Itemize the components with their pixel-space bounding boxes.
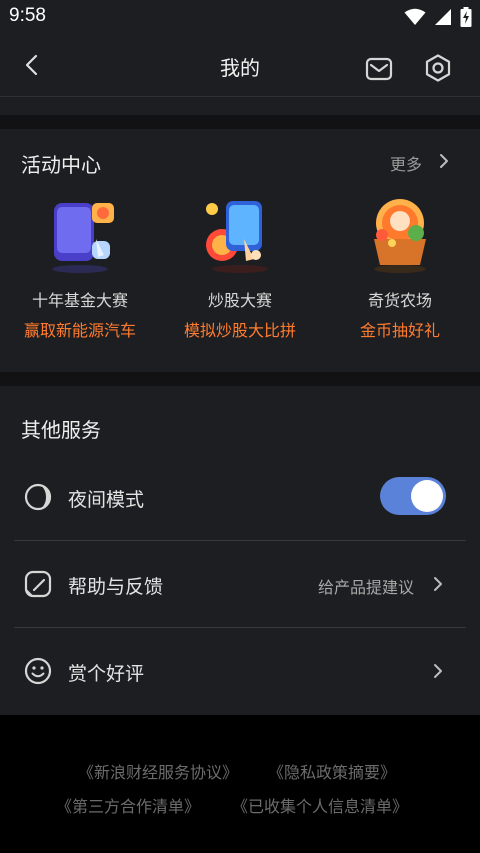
moon-icon <box>24 483 52 511</box>
page-title: 我的 <box>220 56 260 80</box>
status-icons <box>404 7 472 27</box>
activity-name: 十年基金大赛 <box>31 291 128 310</box>
stock-sim-icon <box>206 201 268 273</box>
activity-name: 炒股大赛 <box>207 291 272 310</box>
activity-center-section: 活动中心 更多 十年基金大赛 赢取新能源汽车 炒股大赛 模拟炒股大比拼 奇货农场… <box>0 129 480 372</box>
help-feedback-label: 帮助与反馈 <box>68 576 164 598</box>
privacy-summary-link[interactable]: 《隐私政策摘要》 <box>268 759 396 783</box>
app-header: 我的 <box>0 34 480 97</box>
night-mode-label: 夜间模式 <box>68 489 145 511</box>
other-services-title: 其他服务 <box>21 418 101 442</box>
activity-promo: 金币抽好礼 <box>359 321 440 340</box>
other-services-section: 其他服务 夜间模式 帮助与反馈 给产品提建议 赏个好评 <box>0 386 480 715</box>
toggle-knob <box>411 480 443 512</box>
status-time: 9:58 <box>9 5 46 26</box>
signal-icon <box>435 9 451 25</box>
chevron-right-icon <box>434 664 442 678</box>
rate-app-row[interactable]: 赏个好评 <box>14 628 466 714</box>
section-gap <box>0 115 480 129</box>
smiley-icon <box>24 657 52 685</box>
activity-promo: 模拟炒股大比拼 <box>183 321 296 340</box>
collected-info-list-link[interactable]: 《已收集个人信息清单》 <box>232 793 408 817</box>
activity-item-farm[interactable]: 奇货农场 金币抽好礼 <box>320 195 480 341</box>
feedback-icon <box>24 570 52 598</box>
status-bar: 9:58 <box>0 0 480 34</box>
farm-basket-icon <box>374 199 426 273</box>
rate-app-label: 赏个好评 <box>68 663 145 685</box>
wifi-icon <box>404 8 426 25</box>
service-agreement-link[interactable]: 《新浪财经服务协议》 <box>78 759 238 783</box>
mail-icon[interactable] <box>364 54 394 84</box>
help-feedback-hint: 给产品提建议 <box>317 578 414 597</box>
more-link[interactable]: 更多 <box>390 151 422 175</box>
fund-contest-icon <box>52 203 114 273</box>
help-feedback-row[interactable]: 帮助与反馈 给产品提建议 <box>14 541 466 628</box>
night-mode-toggle[interactable] <box>380 477 446 515</box>
header-strip <box>0 97 480 115</box>
chevron-right-icon <box>434 577 442 591</box>
section-gap <box>0 372 480 386</box>
settings-icon[interactable] <box>423 53 453 83</box>
footer: 《新浪财经服务协议》 《隐私政策摘要》 《第三方合作清单》 《已收集个人信息清单… <box>0 715 480 853</box>
chevron-right-icon[interactable] <box>438 151 450 171</box>
night-mode-row: 夜间模式 <box>14 454 466 541</box>
activity-name: 奇货农场 <box>367 291 432 310</box>
battery-charging-icon <box>460 7 472 27</box>
activity-item-stock-contest[interactable]: 炒股大赛 模拟炒股大比拼 <box>160 195 320 341</box>
activity-center-title: 活动中心 <box>21 153 101 177</box>
activity-promo: 赢取新能源汽车 <box>23 321 136 340</box>
third-party-list-link[interactable]: 《第三方合作清单》 <box>56 793 200 817</box>
activity-item-fund-contest[interactable]: 十年基金大赛 赢取新能源汽车 <box>0 195 160 341</box>
